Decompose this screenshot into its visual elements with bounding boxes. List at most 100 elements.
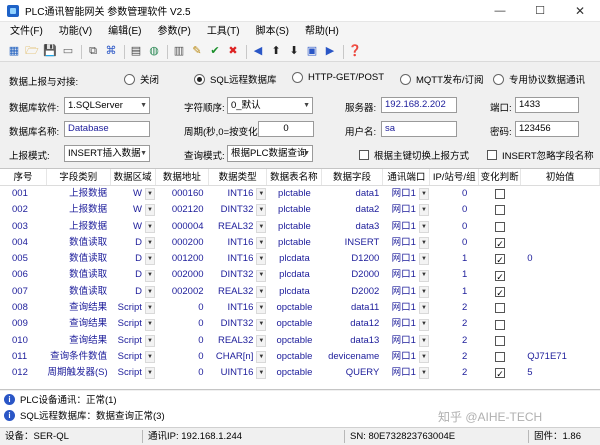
cell-init[interactable] [521,219,600,235]
column-header[interactable]: 数据地址 [156,169,210,185]
cell-cat[interactable]: 查询结果 [47,300,111,316]
chevron-down-icon[interactable]: ▼ [144,351,155,364]
menu-file[interactable]: 文件(F) [4,22,51,42]
cell-chg[interactable] [479,267,521,284]
cell-init[interactable] [521,333,600,349]
cell-init[interactable] [521,202,600,218]
cell-table[interactable]: plctable [267,235,321,251]
cell-cat[interactable]: 查询结果 [47,316,111,332]
chevron-down-icon[interactable]: ▼ [256,302,267,315]
chevron-down-icon[interactable]: ▼ [144,269,155,282]
cell-port[interactable]: 网口1 ▼ [383,267,430,283]
chevron-down-icon[interactable]: ▼ [256,253,267,266]
column-header[interactable]: 数据类型 [209,169,268,185]
cell-cat[interactable]: 数值读取 [47,235,111,251]
cell-cat[interactable]: 数值读取 [47,251,111,267]
chevron-down-icon[interactable]: ▼ [144,302,155,315]
cell-port[interactable]: 网口1 ▼ [383,349,430,365]
mode-off-radio[interactable]: 关闭 [124,72,159,86]
cell-chg[interactable] [479,316,521,332]
cell-area[interactable]: Script ▼ [111,333,156,349]
cell-field[interactable]: D2000 [321,267,383,283]
cell-table[interactable]: opctable [267,300,321,316]
cell-addr[interactable]: 002000 [156,267,210,283]
cell-area[interactable]: Script ▼ [111,365,156,381]
cell-addr[interactable]: 002120 [156,202,210,218]
cell-no[interactable]: 001 [0,186,47,202]
chevron-down-icon[interactable]: ▼ [144,220,155,233]
table-row[interactable]: 006 数值读取 D ▼ 002000 DINT32 ▼ plcdata D2000 网口1 ▼ 1 [0,267,600,284]
arrow-down-icon[interactable]: ⬇ [286,44,302,60]
cell-field[interactable]: QUERY [321,365,383,381]
change-checkbox[interactable] [495,366,506,382]
cell-port[interactable]: 网口1 ▼ [383,365,430,381]
cell-addr[interactable]: 001200 [156,251,210,267]
cell-type[interactable]: DINT32 ▼ [210,202,268,218]
query-mode-select[interactable]: 根据PLC数据查询 ▼ [227,145,313,162]
cell-type[interactable]: INT16 ▼ [210,186,268,202]
upload-mode-select[interactable]: INSERT插入数据 ▼ [64,145,150,162]
column-header[interactable]: 初始值 [521,169,600,185]
cell-ip[interactable]: 2 [430,365,479,381]
cell-init[interactable] [521,235,600,251]
cell-addr[interactable]: 0 [156,333,210,349]
cell-area[interactable]: Script ▼ [111,316,156,332]
cell-table[interactable]: plctable [267,186,321,202]
doc-icon[interactable]: ▤ [128,44,144,60]
cell-table[interactable]: opctable [267,316,321,332]
chevron-down-icon[interactable]: ▼ [256,318,267,331]
table-row[interactable]: 001 上报数据 W ▼ 000160 INT16 ▼ plctable data1 网口1 ▼ 0 [0,186,600,202]
arrow-up-icon[interactable]: ⬆ [268,44,284,60]
chevron-down-icon[interactable]: ▼ [256,188,267,201]
open-folder-icon[interactable]: 🗁 [24,44,40,60]
column-header[interactable]: 字段类别 [47,169,111,185]
change-checkbox[interactable] [495,189,506,200]
cell-port[interactable]: 网口1 ▼ [383,316,430,332]
globe-icon[interactable]: ◍ [146,44,162,60]
table-row[interactable]: 011 查询条件数值 Script ▼ 0 CHAR[n] ▼ opctable devicen… [0,349,600,365]
cell-init[interactable]: QJ71E71 [521,349,600,365]
db-software-select[interactable]: 1.SQLServer ▼ [64,97,150,114]
chevron-down-icon[interactable]: ▼ [418,204,429,217]
cell-type[interactable]: UINT16 ▼ [210,365,268,381]
cell-no[interactable]: 012 [0,365,47,381]
mode-mqtt-radio[interactable]: MQTT发布/订阅 [400,72,484,86]
cell-area[interactable]: D ▼ [111,267,156,283]
table-row[interactable]: 010 查询结果 Script ▼ 0 REAL32 ▼ opctable data13 网口1 ▼… [0,333,600,349]
chevron-down-icon[interactable]: ▼ [418,318,429,331]
cell-no[interactable]: 004 [0,235,47,251]
cell-init[interactable] [521,284,600,300]
cell-table[interactable]: plctable [267,202,321,218]
network-icon[interactable]: ⌘ [103,44,119,60]
chevron-down-icon[interactable]: ▼ [144,367,155,380]
cell-field[interactable]: data2 [321,202,383,218]
cell-table[interactable]: plctable [267,219,321,235]
cell-area[interactable]: Script ▼ [111,300,156,316]
cell-port[interactable]: 网口1 ▼ [383,284,430,300]
column-header[interactable]: 通讯端口 [383,169,431,185]
chevron-down-icon[interactable]: ▼ [418,237,429,250]
change-checkbox[interactable] [495,236,506,251]
cell-type[interactable]: INT16 ▼ [210,300,268,316]
cell-no[interactable]: 009 [0,316,47,332]
menu-edit[interactable]: 编辑(E) [100,22,149,42]
copy-icon[interactable]: ⧉ [85,44,101,60]
cell-table[interactable]: plcdata [267,284,321,300]
chevron-down-icon[interactable]: ▼ [256,237,267,250]
cell-addr[interactable]: 0 [156,300,210,316]
column-header[interactable]: 序号 [0,169,47,185]
chevron-down-icon[interactable]: ▼ [418,302,429,315]
insert-ignore-checkbox[interactable]: INSERT忽略字段名称 [487,148,594,162]
chevron-down-icon[interactable]: ▼ [144,285,155,298]
cell-addr[interactable]: 0 [156,349,210,365]
cell-field[interactable]: data11 [321,300,383,316]
menu-help[interactable]: 帮助(H) [297,22,347,42]
password-input[interactable]: 123456 [515,121,579,137]
cell-no[interactable]: 006 [0,267,47,283]
cell-chg[interactable] [479,300,521,316]
chevron-down-icon[interactable]: ▼ [418,188,429,201]
column-header[interactable]: 数据表名称 [267,169,322,185]
cell-ip[interactable]: 1 [430,251,479,267]
server-input[interactable]: 192.168.2.202 [381,97,457,113]
cell-type[interactable]: INT16 ▼ [210,251,268,267]
